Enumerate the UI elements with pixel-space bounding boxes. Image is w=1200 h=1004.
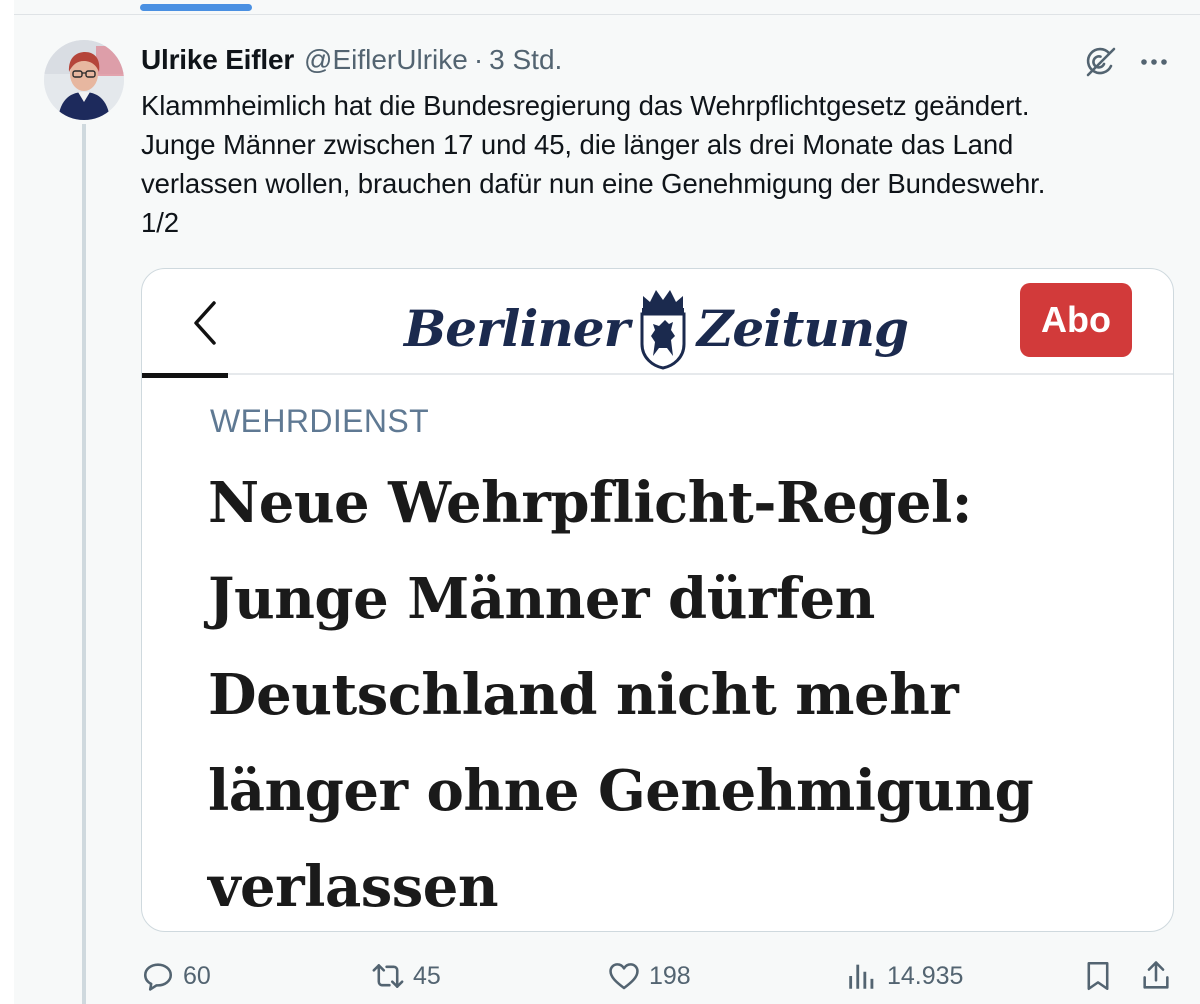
like-button[interactable]: 198 — [607, 954, 691, 998]
view-count: 14.935 — [887, 961, 964, 990]
top-tab-indicator — [140, 4, 252, 11]
views-icon — [849, 964, 874, 989]
timestamp[interactable]: 3 Std. — [489, 44, 562, 76]
share-icon — [1143, 961, 1169, 989]
repost-button[interactable]: 45 — [371, 954, 441, 998]
reply-icon — [143, 963, 173, 991]
publication-name-left: Berliner — [404, 298, 630, 358]
publication-name-right: Zeitung — [696, 298, 909, 358]
tweet-text: Klammheimlich hat die Bundesregierung da… — [141, 90, 1046, 238]
grok-icon[interactable] — [1082, 44, 1118, 80]
heart-icon — [609, 963, 639, 990]
repost-count: 45 — [413, 961, 441, 990]
author-name[interactable]: Ulrike Eifler — [141, 44, 294, 76]
author-handle[interactable]: @EiflerUlrike — [304, 44, 468, 76]
bookmark-icon — [1087, 961, 1109, 991]
left-edge — [0, 0, 14, 1004]
more-icon[interactable] — [1138, 46, 1170, 78]
repost-icon — [372, 964, 404, 988]
link-preview-card[interactable]: Berliner Zeitung Abo WEHRDIENST Neue Weh… — [141, 268, 1174, 932]
share-button[interactable] — [1139, 954, 1173, 998]
reply-count: 60 — [183, 961, 211, 990]
avatar[interactable] — [44, 40, 124, 120]
bear-crest-icon — [637, 286, 689, 370]
card-divider — [142, 373, 1173, 375]
reply-button[interactable]: 60 — [141, 954, 211, 998]
thread-line — [82, 124, 86, 1004]
tweet-actions: 60 45 198 14.935 — [141, 954, 1181, 998]
like-count: 198 — [649, 961, 691, 990]
article-headline: Neue Wehrpflicht-Regel: Junge Männer dür… — [208, 470, 1034, 920]
separator-dot: · — [473, 44, 484, 75]
bookmark-button[interactable] — [1081, 954, 1115, 998]
tweet-header: Ulrike Eifler @EiflerUlrike · 3 Std. — [141, 42, 562, 78]
subscribe-button[interactable]: Abo — [1020, 283, 1132, 357]
top-divider — [14, 14, 1200, 15]
publication-logo: Berliner Zeitung — [404, 283, 909, 373]
card-tab-indicator — [142, 373, 228, 378]
chevron-left-icon — [186, 295, 226, 351]
article-kicker: WEHRDIENST — [210, 403, 430, 439]
views-button[interactable]: 14.935 — [845, 954, 963, 998]
